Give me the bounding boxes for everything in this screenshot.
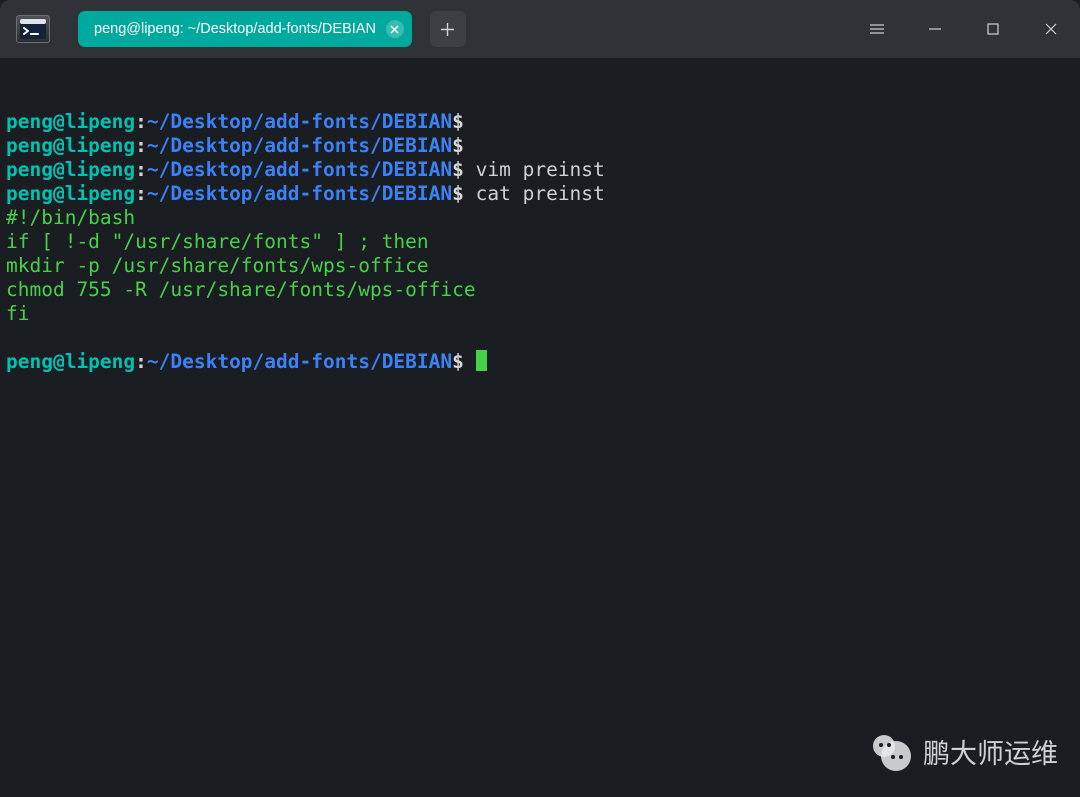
minimize-button[interactable] (906, 0, 964, 58)
terminal-line: peng@lipeng:~/Desktop/add-fonts/DEBIAN$ … (6, 158, 1074, 182)
window-controls (848, 0, 1080, 58)
close-button[interactable] (1022, 0, 1080, 58)
title-bar: peng@lipeng: ~/Desktop/add-fonts/DEBIAN (0, 0, 1080, 58)
new-tab-button[interactable] (430, 11, 466, 47)
terminal-blank-line (6, 326, 1074, 350)
terminal-line: peng@lipeng:~/Desktop/add-fonts/DEBIAN$ … (6, 182, 1074, 206)
terminal-output-line: if [ !-d "/usr/share/fonts" ] ; then (6, 230, 1074, 254)
cursor (476, 350, 487, 371)
terminal-output-line: mkdir -p /usr/share/fonts/wps-office (6, 254, 1074, 278)
terminal-line: peng@lipeng:~/Desktop/add-fonts/DEBIAN$ (6, 110, 1074, 134)
wechat-icon (871, 733, 913, 775)
terminal-output-line: chmod 755 -R /usr/share/fonts/wps-office (6, 278, 1074, 302)
terminal-viewport[interactable]: peng@lipeng:~/Desktop/add-fonts/DEBIAN$p… (0, 58, 1080, 797)
menu-button[interactable] (848, 0, 906, 58)
terminal-line: peng@lipeng:~/Desktop/add-fonts/DEBIAN$ (6, 350, 1074, 374)
terminal-line: peng@lipeng:~/Desktop/add-fonts/DEBIAN$ (6, 134, 1074, 158)
maximize-button[interactable] (964, 0, 1022, 58)
tab-title: peng@lipeng: ~/Desktop/add-fonts/DEBIAN (94, 21, 376, 37)
terminal-output-line: #!/bin/bash (6, 206, 1074, 230)
terminal-output-line: fi (6, 302, 1074, 326)
tab-close-button[interactable] (386, 20, 404, 38)
watermark: 鹏大师运维 (871, 733, 1058, 775)
watermark-text: 鹏大师运维 (923, 742, 1058, 766)
active-tab[interactable]: peng@lipeng: ~/Desktop/add-fonts/DEBIAN (78, 11, 412, 47)
app-icon (16, 15, 50, 43)
